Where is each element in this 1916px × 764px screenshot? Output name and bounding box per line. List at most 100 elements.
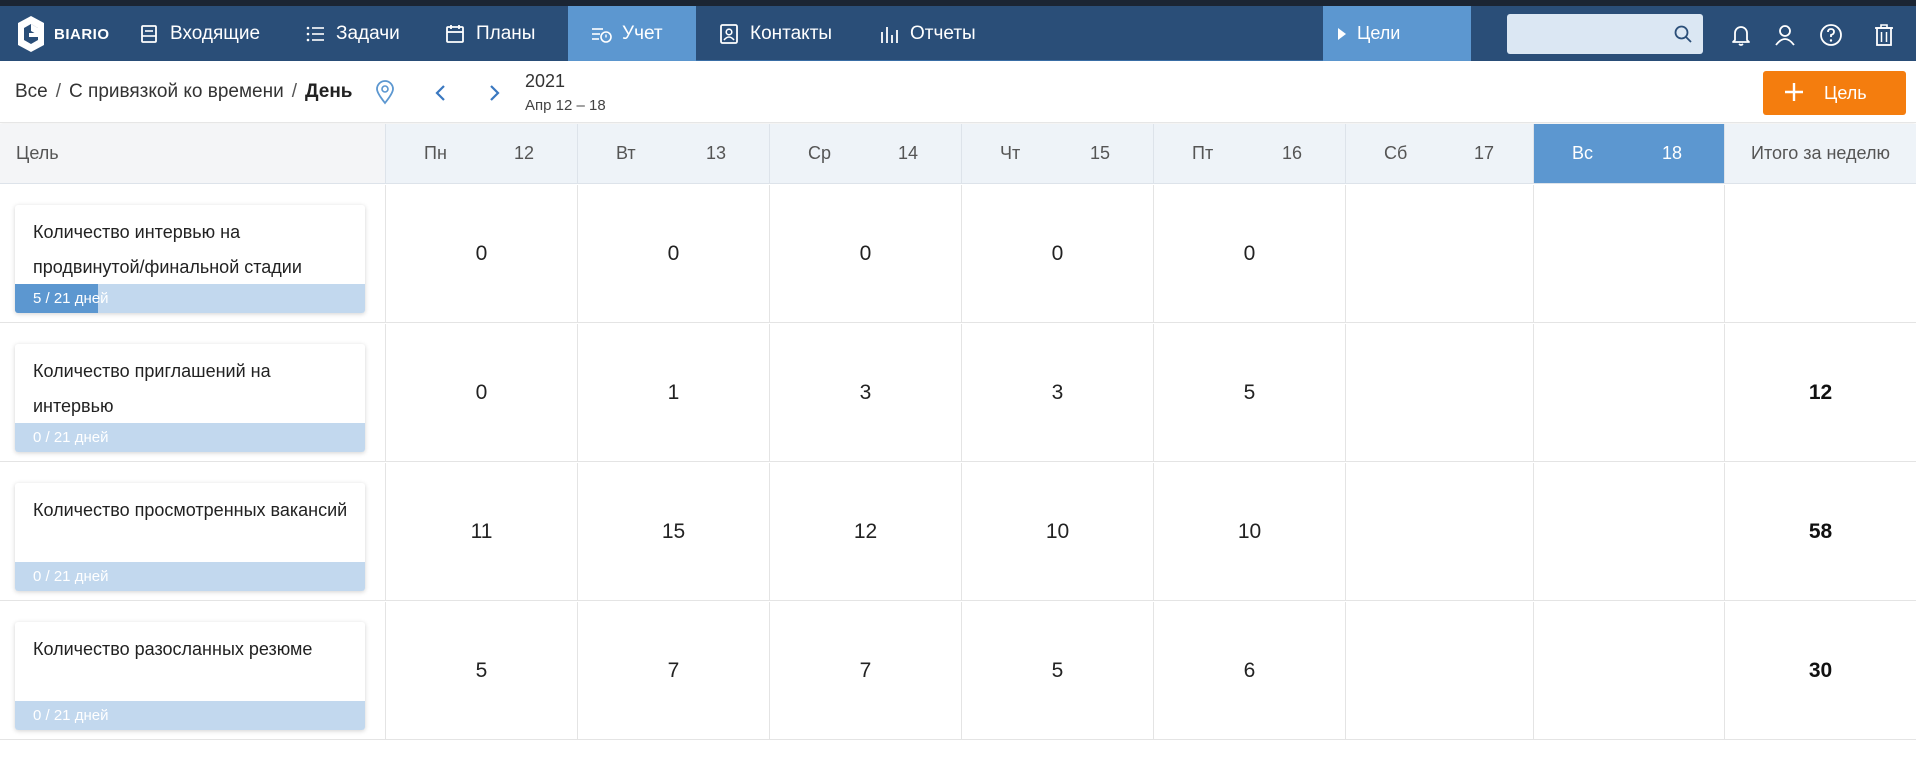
- day-value-cell[interactable]: 12: [770, 463, 962, 601]
- goal-cell: Количество интервью на продвинутой/финал…: [0, 185, 386, 323]
- help-icon[interactable]: [1818, 22, 1844, 48]
- day-value-cell[interactable]: [1346, 324, 1534, 462]
- chevron-left-icon[interactable]: [431, 83, 451, 103]
- day-value-cell[interactable]: 5: [386, 602, 578, 740]
- goal-card[interactable]: Количество разосланных резюме 0 / 21 дней: [15, 622, 365, 730]
- goal-cell: Количество просмотренных вакансий 0 / 21 …: [0, 463, 386, 601]
- breadcrumb-separator: /: [55, 81, 62, 102]
- goal-title: Количество интервью на продвинутой/финал…: [33, 222, 302, 277]
- day-value-cell[interactable]: [1534, 463, 1725, 601]
- calendar-icon: [446, 24, 464, 43]
- column-header-day[interactable]: Чт 15: [962, 124, 1154, 184]
- goal-card[interactable]: Количество приглашений на интервью 0 / 21…: [15, 344, 365, 452]
- day-value-cell[interactable]: 11: [386, 463, 578, 601]
- contacts-icon: [720, 23, 738, 44]
- search-box: [1507, 14, 1703, 54]
- day-value-cell[interactable]: 0: [770, 185, 962, 323]
- column-header-day[interactable]: Пт 16: [1154, 124, 1346, 184]
- table-row: Количество просмотренных вакансий 0 / 21 …: [0, 463, 1916, 601]
- column-header-day[interactable]: Сб 17: [1346, 124, 1534, 184]
- nav-item-inbox[interactable]: Входящие: [116, 6, 286, 61]
- day-date: 13: [706, 143, 727, 163]
- goal-progress-text: 0 / 21 дней: [33, 568, 109, 585]
- day-value-cell[interactable]: [1534, 185, 1725, 323]
- day-value-cell[interactable]: 3: [770, 324, 962, 462]
- day-value-cell[interactable]: 7: [578, 602, 770, 740]
- column-header-goal: Цель: [0, 124, 386, 184]
- day-date: 16: [1282, 143, 1303, 163]
- search-input[interactable]: [1507, 14, 1667, 54]
- day-value-cell[interactable]: 6: [1154, 602, 1346, 740]
- bell-icon[interactable]: [1728, 22, 1754, 48]
- search-icon[interactable]: [1673, 24, 1693, 44]
- goal-card[interactable]: Количество просмотренных вакансий 0 / 21 …: [15, 483, 365, 591]
- breadcrumb-time-bound[interactable]: С привязкой ко времени: [69, 81, 284, 103]
- day-value-cell[interactable]: [1346, 602, 1534, 740]
- day-value-cell[interactable]: 5: [1154, 324, 1346, 462]
- day-name: Сб: [1384, 143, 1408, 163]
- day-value-cell[interactable]: [1534, 324, 1725, 462]
- day-date: 18: [1662, 143, 1683, 163]
- tab-goals[interactable]: Цели: [1323, 6, 1471, 61]
- column-header-week-total: Итого за неделю: [1725, 124, 1916, 184]
- nav-item-tracking[interactable]: Учет: [568, 6, 696, 61]
- day-value-cell[interactable]: 10: [1154, 463, 1346, 601]
- day-value-cell[interactable]: 0: [962, 185, 1154, 323]
- week-total-cell: 58: [1808, 520, 1833, 543]
- day-value-cell[interactable]: 1: [578, 324, 770, 462]
- day-value-cell[interactable]: 10: [962, 463, 1154, 601]
- goal-progress-bar: 5 / 21 дней: [15, 284, 365, 313]
- column-header-day[interactable]: Ср 14: [770, 124, 962, 184]
- day-date: 14: [898, 143, 919, 163]
- period-year: 2021: [525, 71, 566, 91]
- day-value-cell[interactable]: [1346, 185, 1534, 323]
- day-value-cell[interactable]: 3: [962, 324, 1154, 462]
- week-total-cell: 12: [1808, 381, 1833, 404]
- nav-item-reports[interactable]: Отчеты: [856, 6, 1006, 61]
- day-value-cell[interactable]: 0: [578, 185, 770, 323]
- trash-icon[interactable]: [1871, 22, 1897, 48]
- day-value-cell[interactable]: 5: [962, 602, 1154, 740]
- breadcrumb-day[interactable]: День: [305, 81, 353, 103]
- column-header-day[interactable]: Вт 13: [578, 124, 770, 184]
- plus-icon: [1785, 83, 1803, 101]
- column-header-day[interactable]: Пн 12: [386, 124, 578, 184]
- user-icon[interactable]: [1772, 22, 1798, 48]
- nav-item-label: Учет: [622, 22, 663, 44]
- table-row: Количество приглашений на интервью 0 / 21…: [0, 324, 1916, 462]
- day-date: 15: [1090, 143, 1111, 163]
- day-value-cell[interactable]: [1534, 602, 1725, 740]
- day-value-cell[interactable]: 7: [770, 602, 962, 740]
- day-name: Ср: [808, 143, 832, 163]
- goal-progress-bar: 0 / 21 дней: [15, 423, 365, 452]
- day-name: Вт: [616, 143, 636, 163]
- goal-progress-text: 5 / 21 дней: [33, 290, 109, 307]
- table-row: Количество разосланных резюме 0 / 21 дней…: [0, 602, 1916, 740]
- add-goal-button[interactable]: Цель: [1763, 71, 1906, 115]
- period-range: Апр 12 – 18: [525, 97, 606, 114]
- week-total-cell: 30: [1808, 659, 1833, 682]
- nav-item-label: Планы: [476, 22, 536, 44]
- column-header-day[interactable]: Вс 18: [1534, 124, 1725, 184]
- nav-item-label: Входящие: [170, 22, 261, 44]
- app-logo[interactable]: BIARIO: [16, 12, 110, 56]
- list-icon: [306, 26, 324, 41]
- day-value-cell[interactable]: 0: [1154, 185, 1346, 323]
- location-pin-icon[interactable]: [373, 79, 397, 105]
- day-value-cell[interactable]: [1346, 463, 1534, 601]
- day-value-cell[interactable]: 15: [578, 463, 770, 601]
- day-value-cell[interactable]: 0: [386, 324, 578, 462]
- goal-title: Количество разосланных резюме: [33, 639, 313, 659]
- biario-logo-icon: [18, 16, 44, 52]
- day-name: Вс: [1572, 143, 1594, 163]
- reports-icon: [881, 26, 898, 43]
- nav-item-tasks[interactable]: Задачи: [282, 6, 432, 61]
- day-date: 17: [1474, 143, 1495, 163]
- breadcrumb-all[interactable]: Все: [15, 81, 48, 103]
- goal-title: Количество просмотренных вакансий: [33, 500, 348, 520]
- nav-item-plans[interactable]: Планы: [422, 6, 568, 61]
- goal-card[interactable]: Количество интервью на продвинутой/финал…: [15, 205, 365, 313]
- chevron-right-icon[interactable]: [484, 83, 504, 103]
- nav-item-contacts[interactable]: Контакты: [696, 6, 856, 61]
- day-value-cell[interactable]: 0: [386, 185, 578, 323]
